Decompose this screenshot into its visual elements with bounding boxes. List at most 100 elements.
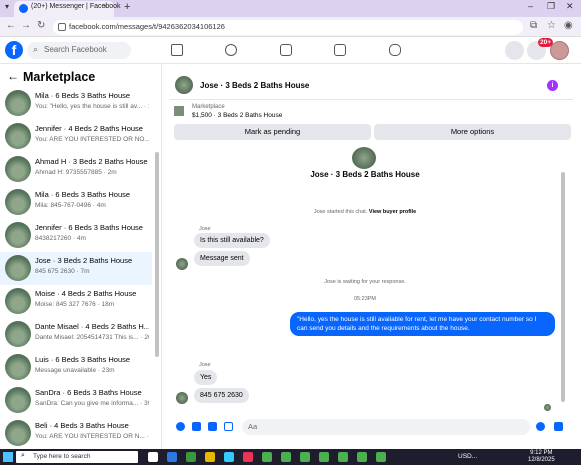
conversation-snippet: 845 675 2630 · 7m xyxy=(35,268,90,275)
menu-grid-icon[interactable] xyxy=(505,41,524,60)
outgoing-message[interactable]: "Hello, yes the house is still available… xyxy=(290,312,555,336)
chrome-icon[interactable] xyxy=(319,452,329,462)
conversation-name: Jennifer · 4 Beds 2 Baths House xyxy=(35,124,143,133)
chrome-icon[interactable] xyxy=(338,452,348,462)
facebook-logo[interactable]: f xyxy=(5,41,23,59)
taskbar-search-placeholder: Type here to search xyxy=(33,453,91,460)
conversation-snippet: 8438217260 · 4m xyxy=(35,235,86,242)
conversation-list-item[interactable]: SanDra · 6 Beds 3 Baths House SanDra: Can… xyxy=(0,384,152,417)
tab-close-icon[interactable]: × xyxy=(103,2,108,11)
url-field[interactable]: facebook.com/messages/t/9426362034106126 xyxy=(53,20,523,35)
listing-panel: Marketplace $1,500 · 3 Beds 2 Baths Hous… xyxy=(170,100,573,145)
tab-list-icon[interactable]: ▾ xyxy=(5,2,9,11)
emoji-icon[interactable] xyxy=(536,422,545,431)
conversation-name: Mila · 6 Beds 3 Baths House xyxy=(35,190,131,199)
maximize-icon[interactable]: ❐ xyxy=(547,1,555,12)
conversation-list-item[interactable]: Ahmad H · 3 Beds 2 Baths House Ahmad H: 9… xyxy=(0,153,152,186)
composer-bar: Aa xyxy=(170,416,573,438)
windows-start-icon[interactable] xyxy=(3,452,13,462)
search-icon: ⌕ xyxy=(33,44,39,54)
file-explorer-icon[interactable] xyxy=(205,452,215,462)
site-info-icon[interactable] xyxy=(58,23,66,31)
app-icon[interactable] xyxy=(243,452,253,462)
close-window-icon[interactable]: ✕ xyxy=(566,1,574,12)
taskbar-search-input[interactable]: ⌕ Type here to search xyxy=(16,451,138,463)
mark-as-pending-button[interactable]: Mark as pending xyxy=(174,124,371,140)
conversation-list-item[interactable]: Dante Misael · 4 Beds 2 Baths H... Dante … xyxy=(0,318,152,351)
address-bar-row: ← → ↻ facebook.com/messages/t/9426362034… xyxy=(0,17,581,37)
sender-avatar[interactable] xyxy=(176,258,188,270)
bookmark-star-icon[interactable]: ☆ xyxy=(547,20,556,31)
reload-icon[interactable]: ↻ xyxy=(37,20,45,31)
account-avatar[interactable] xyxy=(550,41,569,60)
marketplace-icon[interactable] xyxy=(334,44,346,56)
sender-avatar[interactable] xyxy=(176,392,188,404)
listing-avatar[interactable] xyxy=(175,76,193,94)
chat-scrollbar[interactable] xyxy=(561,172,565,402)
profile-icon[interactable]: ◉ xyxy=(564,20,573,31)
gaming-icon[interactable] xyxy=(389,44,401,56)
conversation-snippet: SanDra: Can you give me informa... · 39m xyxy=(35,400,149,407)
conversation-list-item[interactable]: Luis · 6 Beds 3 Baths House Message unava… xyxy=(0,351,152,384)
conversation-list-item[interactable]: Jennifer · 4 Beds 2 Baths House You: ARE … xyxy=(0,120,152,153)
sidebar-scrollbar[interactable] xyxy=(155,152,159,357)
new-tab-icon[interactable]: + xyxy=(124,1,130,13)
video-icon[interactable] xyxy=(280,44,292,56)
url-text: facebook.com/messages/t/9426362034106126 xyxy=(69,22,225,31)
home-icon[interactable] xyxy=(171,44,183,56)
task-view-icon[interactable] xyxy=(148,452,158,462)
listing-avatar xyxy=(5,189,31,215)
incoming-message[interactable]: Yes xyxy=(194,370,218,385)
view-buyer-profile-link[interactable]: View buyer profile xyxy=(369,209,416,215)
friends-icon[interactable] xyxy=(225,44,237,56)
sender-name: Jose xyxy=(199,362,211,368)
voice-clip-icon[interactable] xyxy=(176,422,185,431)
conversation-name: Jose · 3 Beds 2 Baths House xyxy=(35,256,133,265)
photo-icon[interactable] xyxy=(192,422,201,431)
back-icon[interactable]: ← xyxy=(6,20,16,31)
edge-icon[interactable] xyxy=(167,452,177,462)
chrome-icon[interactable] xyxy=(376,452,386,462)
minimize-icon[interactable]: – xyxy=(528,1,533,11)
incoming-message[interactable]: Is this still available? xyxy=(194,233,270,248)
message-input[interactable]: Aa xyxy=(242,419,530,435)
conversation-list-item[interactable]: Jose · 3 Beds 2 Baths House 845 675 2630 … xyxy=(0,252,152,285)
chrome-icon[interactable] xyxy=(281,452,291,462)
like-thumb-icon[interactable] xyxy=(554,422,563,431)
chrome-icon[interactable] xyxy=(262,452,272,462)
system-clock[interactable]: 9:12 PM 12/8/2025 xyxy=(528,450,555,464)
back-arrow-icon[interactable]: ← xyxy=(7,69,19,83)
conversation-list-item[interactable]: Mila · 6 Beds 3 Baths House You: "Hello, … xyxy=(0,87,152,120)
gif-icon[interactable] xyxy=(224,422,233,431)
sender-name: Jose xyxy=(199,226,211,232)
conversation-list-item[interactable]: Beli · 4 Beds 3 Baths House You: ARE YOU … xyxy=(0,417,152,450)
incoming-message[interactable]: Message sent xyxy=(194,251,250,266)
listing-avatar xyxy=(5,123,31,149)
conversation-snippet: Moise: 845 327 7676 · 18m xyxy=(35,301,115,308)
store-icon[interactable] xyxy=(224,452,234,462)
chrome-icon[interactable] xyxy=(300,452,310,462)
info-icon[interactable]: i xyxy=(547,80,558,91)
browser-tab[interactable]: (20+) Messenger | Facebook × xyxy=(14,1,121,17)
conversation-name: Mila · 6 Beds 3 Baths House xyxy=(35,91,131,100)
more-options-button[interactable]: More options xyxy=(374,124,571,140)
weather-widget[interactable]: USD... xyxy=(458,453,477,460)
search-input[interactable]: ⌕ Search Facebook xyxy=(27,42,131,59)
install-icon[interactable]: ⧉ xyxy=(530,20,537,31)
listing-avatar xyxy=(5,321,31,347)
search-icon: ⌕ xyxy=(21,452,25,459)
listing-avatar xyxy=(5,222,31,248)
chrome-icon[interactable] xyxy=(186,452,196,462)
chat-title[interactable]: Jose · 3 Beds 2 Baths House xyxy=(200,81,309,90)
listing-thumbnail[interactable] xyxy=(174,106,184,116)
conversation-snippet: You: ARE YOU INTERESTED OR N... · 55m xyxy=(35,433,149,440)
incoming-message[interactable]: 845 675 2630 xyxy=(194,388,249,403)
sticker-icon[interactable] xyxy=(208,422,217,431)
conversation-list-item[interactable]: Jennifer · 6 Beds 3 Baths House 843821726… xyxy=(0,219,152,252)
listing-avatar xyxy=(5,288,31,314)
conversation-list-item[interactable]: Moise · 4 Beds 2 Baths House Moise: 845 3… xyxy=(0,285,152,318)
conversation-avatar xyxy=(352,147,376,169)
conversation-list-item[interactable]: Mila · 6 Beds 3 Baths House Mila: 845-767… xyxy=(0,186,152,219)
chrome-icon[interactable] xyxy=(357,452,367,462)
forward-icon[interactable]: → xyxy=(21,20,31,31)
